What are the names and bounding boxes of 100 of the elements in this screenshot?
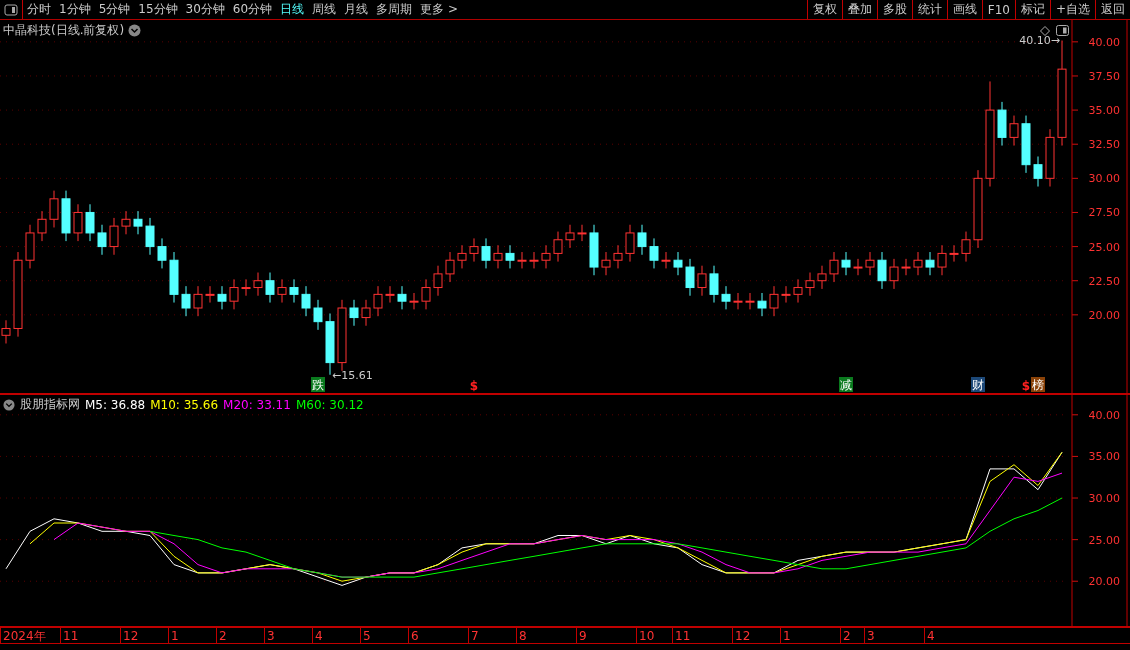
- dollar-marker[interactable]: $: [1021, 379, 1031, 393]
- date-label: 1: [171, 629, 179, 643]
- period-tab[interactable]: 5分钟: [94, 0, 135, 19]
- candle: [877, 251, 887, 290]
- candle: [373, 285, 383, 317]
- candle: [709, 265, 719, 304]
- candle: [841, 251, 851, 276]
- candle: [469, 237, 479, 263]
- toolbar-button[interactable]: 统计: [911, 0, 947, 19]
- candle: [949, 244, 959, 263]
- candle: [25, 224, 35, 269]
- candle: [673, 251, 683, 276]
- panel-icon[interactable]: [1056, 25, 1069, 36]
- candle: [769, 285, 779, 317]
- candle: [565, 224, 575, 249]
- date-label: 2: [843, 629, 851, 643]
- event-tag[interactable]: 财: [971, 377, 985, 392]
- period-tab[interactable]: 周线: [308, 0, 341, 19]
- candle: [409, 292, 419, 310]
- candle: [493, 244, 503, 269]
- candle: [517, 251, 527, 269]
- toolbar-button[interactable]: 叠加: [841, 0, 877, 19]
- axis-label: 35.00: [1088, 104, 1120, 118]
- indicator-name: 股朋指标网: [20, 396, 80, 413]
- dropdown-icon[interactable]: [128, 24, 142, 37]
- period-tab[interactable]: 60分钟: [228, 0, 277, 19]
- candle: [997, 101, 1007, 147]
- toolbar-button[interactable]: +自选: [1049, 0, 1095, 19]
- toolbar-button[interactable]: 标记: [1014, 0, 1050, 19]
- date-label: 3: [267, 629, 275, 643]
- period-tab[interactable]: 15分钟: [134, 0, 182, 19]
- candle: [781, 285, 791, 304]
- period-tab[interactable]: 多周期: [372, 0, 417, 19]
- candle: [157, 237, 167, 269]
- toolbar-button[interactable]: 返回: [1095, 0, 1130, 19]
- axis-label: 32.50: [1088, 138, 1120, 152]
- candle: [1033, 156, 1043, 188]
- date-label: 2: [219, 629, 227, 643]
- candle: [649, 237, 659, 269]
- dollar-marker[interactable]: $: [469, 379, 479, 393]
- axis-label: 20.00: [1088, 575, 1120, 589]
- date-label: 5: [363, 629, 371, 643]
- candle: [637, 224, 647, 256]
- candle: [133, 210, 143, 235]
- candle: [145, 217, 155, 256]
- candle: [829, 251, 839, 283]
- date-label: 8: [519, 629, 527, 643]
- period-tab[interactable]: 30分钟: [181, 0, 229, 19]
- candle: [865, 251, 875, 276]
- candle: [721, 285, 731, 310]
- event-tag[interactable]: 减: [839, 377, 853, 392]
- candle: [241, 278, 251, 297]
- period-tab[interactable]: 1分钟: [55, 0, 95, 19]
- candle: [805, 272, 815, 297]
- dropdown-icon[interactable]: [3, 398, 15, 411]
- axis-label: 27.50: [1088, 206, 1120, 220]
- candle: [49, 190, 59, 228]
- date-label: 1: [783, 629, 791, 643]
- period-tab[interactable]: 分时: [23, 0, 55, 19]
- candle: [757, 292, 767, 317]
- low-price-label: ←15.61: [332, 368, 373, 382]
- candle: [121, 210, 131, 235]
- event-tag[interactable]: 跌: [311, 377, 325, 392]
- period-tab[interactable]: 更多 >: [416, 0, 462, 19]
- candle: [421, 278, 431, 310]
- date-label: 2024年: [3, 629, 46, 643]
- toolbar-button[interactable]: 画线: [946, 0, 982, 19]
- candle: [553, 231, 563, 263]
- toolbar-button[interactable]: 多股: [876, 0, 912, 19]
- candle: [613, 244, 623, 269]
- high-price-label: 40.10→: [1019, 34, 1060, 48]
- candle: [397, 285, 407, 310]
- candle: [313, 299, 323, 331]
- candle: [925, 251, 935, 276]
- diamond-icon[interactable]: [1040, 26, 1050, 36]
- candle: [97, 224, 107, 256]
- candle: [937, 244, 947, 276]
- candle: [109, 217, 119, 256]
- candle: [217, 285, 227, 310]
- event-tag[interactable]: 榜: [1031, 377, 1045, 392]
- candle: [85, 203, 95, 242]
- candle: [1009, 115, 1019, 147]
- axis-label: 35.00: [1088, 450, 1120, 464]
- axis-label: 30.00: [1088, 492, 1120, 505]
- candle: [1045, 128, 1055, 188]
- candle: [661, 251, 671, 269]
- candle: [433, 265, 443, 297]
- date-label: 11: [63, 629, 79, 643]
- candle: [541, 244, 551, 269]
- candle: [901, 258, 911, 276]
- period-tab[interactable]: 日线: [276, 0, 309, 19]
- candle: [601, 251, 611, 276]
- toolbar-button[interactable]: F10: [981, 0, 1015, 19]
- candle: [193, 285, 203, 317]
- toolbar-button[interactable]: 复权: [806, 0, 842, 19]
- legend-value: M20: 33.11: [223, 397, 291, 412]
- candle: [625, 224, 635, 263]
- candle: [853, 258, 863, 276]
- candle: [73, 203, 83, 242]
- period-tab[interactable]: 月线: [340, 0, 373, 19]
